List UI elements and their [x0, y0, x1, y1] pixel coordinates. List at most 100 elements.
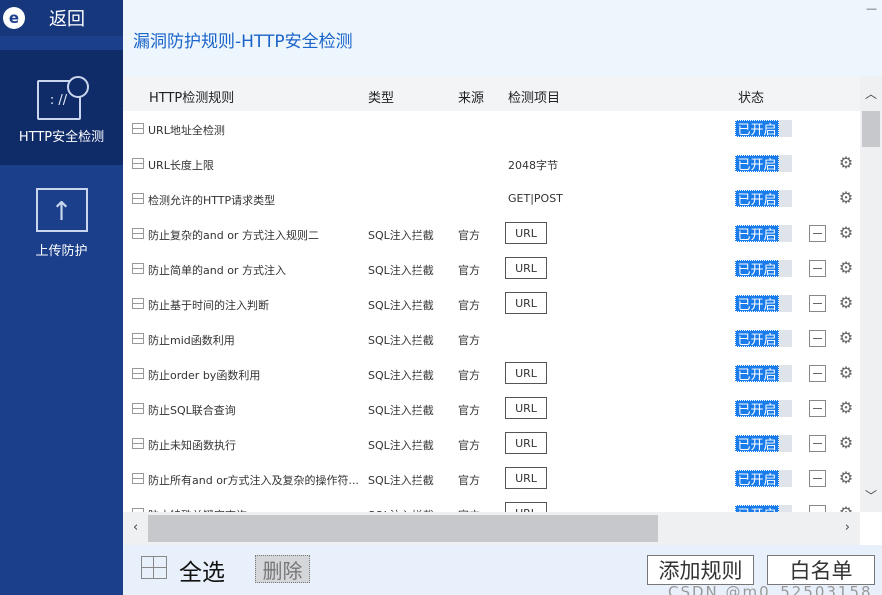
row-checkbox[interactable] [132, 473, 144, 484]
row-checkbox[interactable] [132, 403, 144, 414]
checkbox-line [166, 556, 167, 579]
table-row[interactable]: 防止未知函数执行 SQL注入拦截 官方 URL 已开启 ⚙ [123, 426, 860, 461]
status-toggle[interactable]: 已开启 [735, 295, 792, 313]
table-row[interactable]: 防止特殊关键字查询SQL注入拦截官方URL已开启⚙ [123, 496, 860, 512]
table-row[interactable]: 检测允许的HTTP请求类型 GET|POST 已开启 ⚙ [123, 181, 860, 216]
row-checkbox[interactable] [132, 123, 144, 134]
vertical-scroll-thumb[interactable] [862, 111, 880, 147]
gear-icon[interactable]: ⚙ [837, 294, 855, 312]
status-on-label: 已开启 [735, 435, 779, 453]
gear-icon[interactable]: ⚙ [837, 329, 855, 347]
url-button[interactable]: URL [505, 467, 547, 489]
table-row[interactable]: 防止所有and or方式注入及复杂的操作符... SQL注入拦截 官方 URL 已开启 ⚙ [123, 461, 860, 496]
row-checkbox[interactable] [132, 298, 144, 309]
table-row[interactable]: 防止mid函数利用 SQL注入拦截 官方 已开启 ⚙ [123, 321, 860, 356]
row-checkbox[interactable] [132, 438, 144, 449]
status-toggle[interactable]: 已开启 [735, 260, 792, 278]
row-checkbox[interactable] [132, 228, 144, 239]
rule-type: SQL注入拦截 [368, 474, 434, 487]
scroll-down-icon[interactable]: ﹀ [865, 487, 877, 504]
scroll-up-icon[interactable]: ︿ [865, 85, 877, 102]
table-row[interactable]: URL地址全检测 已开启 [123, 111, 860, 146]
status-on-label: 已开启 [735, 225, 779, 243]
status-toggle[interactable]: 已开启 [735, 365, 792, 383]
minus-button[interactable] [809, 400, 826, 417]
column-header-status[interactable]: 状态 [738, 87, 764, 106]
whitelist-button[interactable]: 白名单 [767, 555, 875, 585]
minus-button[interactable] [809, 505, 826, 512]
table-row[interactable]: 防止基于时间的注入判断 SQL注入拦截 官方 URL 已开启 ⚙ [123, 286, 860, 321]
minus-button[interactable] [809, 295, 826, 312]
select-all-label[interactable]: 全选 [179, 553, 225, 587]
status-toggle[interactable]: 已开启 [735, 190, 792, 208]
url-button[interactable]: URL [505, 502, 547, 512]
gear-icon[interactable]: ⚙ [837, 504, 855, 513]
back-button[interactable]: e 返回 [0, 0, 123, 36]
status-toggle[interactable]: 已开启 [735, 435, 792, 453]
vertical-scrollbar[interactable]: ︿ ﹀ [860, 76, 882, 512]
status-toggle[interactable]: 已开启 [735, 330, 792, 348]
minus-button[interactable] [809, 225, 826, 242]
column-header-item[interactable]: 检测项目 [508, 87, 560, 106]
minus-button[interactable] [809, 435, 826, 452]
url-button[interactable]: URL [505, 362, 547, 384]
select-all-checkbox[interactable] [141, 556, 167, 579]
scroll-left-icon[interactable]: ‹ [133, 520, 138, 535]
minus-button[interactable] [809, 260, 826, 277]
row-checkbox[interactable] [132, 263, 144, 274]
table-row[interactable]: 防止简单的and or 方式注入 SQL注入拦截 官方 URL 已开启 ⚙ [123, 251, 860, 286]
gear-icon[interactable]: ⚙ [837, 259, 855, 277]
status-on-label: 已开启 [735, 155, 779, 173]
row-checkbox[interactable] [132, 368, 144, 379]
gear-icon[interactable]: ⚙ [837, 154, 855, 172]
gear-icon[interactable]: ⚙ [837, 399, 855, 417]
status-toggle[interactable]: 已开启 [735, 505, 792, 512]
column-header-type[interactable]: 类型 [368, 87, 394, 106]
status-toggle[interactable]: 已开启 [735, 400, 792, 418]
rule-name: 防止mid函数利用 [148, 334, 235, 347]
url-button[interactable]: URL [505, 292, 547, 314]
back-label: 返回 [49, 9, 85, 30]
minus-button[interactable] [809, 470, 826, 487]
rule-name: 防止order by函数利用 [148, 369, 261, 382]
horizontal-scroll-thumb[interactable] [148, 515, 658, 542]
http-check-icon: : // [35, 76, 89, 120]
status-toggle[interactable]: 已开启 [735, 120, 792, 138]
gear-icon[interactable]: ⚙ [837, 364, 855, 382]
add-rule-button[interactable]: 添加规则 [647, 555, 754, 585]
nav-item-http-check[interactable]: : // HTTP安全检测 [0, 50, 123, 165]
row-checkbox[interactable] [132, 193, 144, 204]
minimize-button[interactable]: — [866, 2, 877, 15]
rule-source: 官方 [458, 369, 480, 382]
row-checkbox[interactable] [132, 158, 144, 169]
rule-source: 官方 [458, 229, 480, 242]
minus-button[interactable] [809, 330, 826, 347]
column-header-source[interactable]: 来源 [458, 87, 484, 106]
rule-name: 防止简单的and or 方式注入 [148, 264, 286, 277]
column-header-rule[interactable]: HTTP检测规则 [149, 87, 234, 106]
url-button[interactable]: URL [505, 397, 547, 419]
gear-icon[interactable]: ⚙ [837, 224, 855, 242]
row-checkbox[interactable] [132, 333, 144, 344]
gear-icon[interactable]: ⚙ [837, 469, 855, 487]
url-button[interactable]: URL [505, 222, 547, 244]
url-button[interactable]: URL [505, 432, 547, 454]
status-toggle[interactable]: 已开启 [735, 225, 792, 243]
gear-icon[interactable]: ⚙ [837, 434, 855, 452]
table-row[interactable]: 防止order by函数利用 SQL注入拦截 官方 URL 已开启 ⚙ [123, 356, 860, 391]
horizontal-scrollbar[interactable]: ‹ › [123, 512, 860, 545]
url-button[interactable]: URL [505, 257, 547, 279]
nav-item-upload-protection[interactable]: ↑ 上传防护 [0, 170, 123, 270]
gear-icon[interactable]: ⚙ [837, 189, 855, 207]
rule-name: 防止基于时间的注入判断 [148, 299, 269, 312]
status-on-label: 已开启 [735, 330, 779, 348]
table-row[interactable]: 防止复杂的and or 方式注入规则二 SQL注入拦截 官方 URL 已开启 ⚙ [123, 216, 860, 251]
table-row[interactable]: URL长度上限 2048字节 已开启 ⚙ [123, 146, 860, 181]
table-body: URL地址全检测 已开启 URL长度上限 2048字节 已开启 ⚙ 检测允许的HTTP请求类… [123, 111, 860, 512]
delete-button[interactable]: 删除 [255, 555, 310, 583]
minus-button[interactable] [809, 365, 826, 382]
table-row[interactable]: 防止SQL联合查询 SQL注入拦截 官方 URL 已开启 ⚙ [123, 391, 860, 426]
scroll-right-icon[interactable]: › [845, 520, 850, 535]
status-toggle[interactable]: 已开启 [735, 155, 792, 173]
status-toggle[interactable]: 已开启 [735, 470, 792, 488]
